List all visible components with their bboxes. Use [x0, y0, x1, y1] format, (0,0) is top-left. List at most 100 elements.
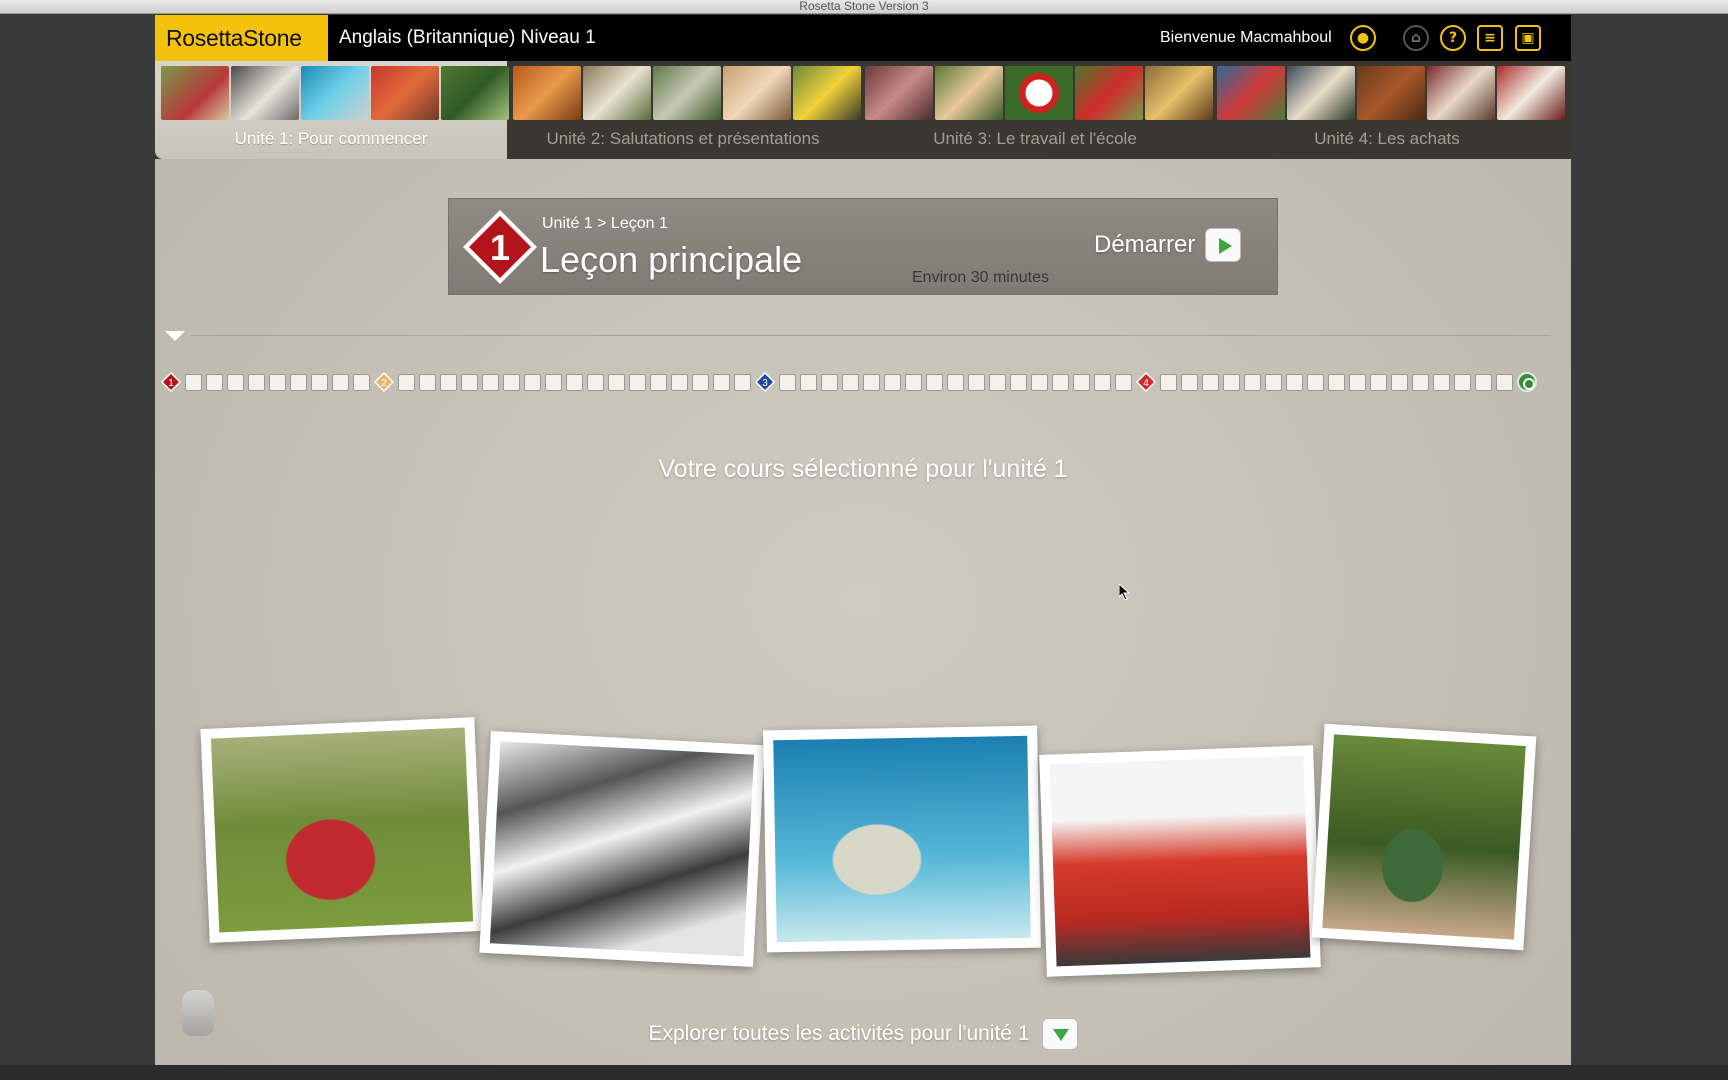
- explore-activities[interactable]: Explorer toutes les activités pour l'uni…: [155, 1018, 1571, 1050]
- timeline-activity-square[interactable]: [947, 373, 964, 391]
- timeline-activity-square[interactable]: [692, 373, 709, 391]
- timeline-activity-square[interactable]: [566, 373, 583, 391]
- timeline-activity-square[interactable]: [311, 373, 328, 391]
- play-icon: [1205, 228, 1242, 262]
- timeline-activity-square[interactable]: [1115, 373, 1132, 391]
- thumbnail-image: [865, 66, 933, 120]
- units-bar: Unité 1: Pour commencer Unité 2: Salutat…: [155, 61, 1571, 159]
- timeline-activity-square[interactable]: [545, 373, 562, 391]
- activity-photo-5[interactable]: [1311, 723, 1537, 951]
- timeline-activity-square[interactable]: [482, 373, 499, 391]
- timeline-activity-square[interactable]: [524, 373, 541, 391]
- unit-tab-1[interactable]: Unité 1: Pour commencer: [155, 61, 509, 159]
- timeline-activity-square[interactable]: [1244, 373, 1261, 391]
- photo-image: [1049, 755, 1311, 967]
- expand-down-icon[interactable]: [1041, 1018, 1078, 1050]
- timeline-activity-square[interactable]: [1286, 373, 1303, 391]
- timeline-activity-square[interactable]: [1328, 373, 1345, 391]
- collapse-caret-icon[interactable]: [165, 331, 185, 341]
- timeline-activity-square[interactable]: [671, 373, 688, 391]
- rosetta-stone-logo: RosettaStone: [155, 15, 328, 61]
- help-icon[interactable]: ?: [1440, 25, 1466, 51]
- timeline-activity-square[interactable]: [1031, 373, 1048, 391]
- app-window: RosettaStone Anglais (Britannique) Nivea…: [155, 15, 1571, 1080]
- timeline-activity-square[interactable]: [1181, 373, 1198, 391]
- timeline-activity-square[interactable]: [608, 373, 625, 391]
- timeline-lesson-marker[interactable]: 2: [374, 372, 394, 392]
- unit-tab-2[interactable]: Unité 2: Salutations et présentations: [507, 61, 861, 159]
- timeline-activity-square[interactable]: [1454, 373, 1471, 391]
- thumbnail-image: [441, 66, 509, 120]
- unit-tab-4[interactable]: Unité 4: Les achats: [1211, 61, 1565, 159]
- timeline-activity-square[interactable]: [1496, 373, 1513, 391]
- timeline-activity-square[interactable]: [1349, 373, 1366, 391]
- thumbnail-image: [935, 66, 1003, 120]
- timeline-end-icon[interactable]: [1517, 372, 1537, 392]
- timeline-activity-square[interactable]: [1412, 373, 1429, 391]
- timeline-activity-square[interactable]: [461, 373, 478, 391]
- timeline-activity-square[interactable]: [290, 373, 307, 391]
- timeline-activity-square[interactable]: [989, 373, 1006, 391]
- lesson-banner[interactable]: 1 Unité 1 > Leçon 1 Leçon principale Env…: [448, 198, 1278, 295]
- timeline-activity-square[interactable]: [332, 373, 349, 391]
- timeline-activity-square[interactable]: [248, 373, 265, 391]
- timeline-activity-square[interactable]: [821, 373, 838, 391]
- menu-list-icon[interactable]: ≡: [1477, 25, 1503, 51]
- timeline-lesson-marker[interactable]: 1: [161, 372, 181, 392]
- timeline-activity-square[interactable]: [353, 373, 370, 391]
- timeline-activity-square[interactable]: [587, 373, 604, 391]
- timeline-activity-square[interactable]: [968, 373, 985, 391]
- activity-photo-4[interactable]: [1039, 745, 1321, 977]
- timeline-activity-square[interactable]: [206, 373, 223, 391]
- unit-tab-3[interactable]: Unité 3: Le travail et l'école: [859, 61, 1213, 159]
- timeline-activity-square[interactable]: [1265, 373, 1282, 391]
- timeline-activity-square[interactable]: [1475, 373, 1492, 391]
- timeline-activity-square[interactable]: [1160, 373, 1177, 391]
- welcome-text: Bienvenue Macmahboul: [1160, 29, 1332, 46]
- timeline-activity-square[interactable]: [713, 373, 730, 391]
- user-icon[interactable]: ●: [1350, 25, 1376, 51]
- thumbnail-image: [1005, 66, 1073, 120]
- timeline-activity-square[interactable]: [1202, 373, 1219, 391]
- timeline-activity-square[interactable]: [650, 373, 667, 391]
- timeline-activity-square[interactable]: [1073, 373, 1090, 391]
- home-icon[interactable]: ⌂: [1403, 25, 1429, 51]
- timeline-activity-square[interactable]: [1307, 373, 1324, 391]
- timeline-activity-square[interactable]: [1052, 373, 1069, 391]
- timeline-activity-square[interactable]: [398, 373, 415, 391]
- timeline-activity-square[interactable]: [863, 373, 880, 391]
- timeline-lesson-marker[interactable]: 4: [1136, 372, 1156, 392]
- activity-photo-2[interactable]: [479, 730, 765, 968]
- timeline-activity-square[interactable]: [800, 373, 817, 391]
- timeline-activity-square[interactable]: [842, 373, 859, 391]
- selected-course-heading: Votre cours sélectionné pour l'unité 1: [658, 455, 1068, 483]
- timeline-activity-square[interactable]: [926, 373, 943, 391]
- timeline-activity-square[interactable]: [1094, 373, 1111, 391]
- timeline-activity-square[interactable]: [629, 373, 646, 391]
- timeline-activity-square[interactable]: [185, 373, 202, 391]
- activity-photo-3[interactable]: [763, 725, 1041, 953]
- timeline-activity-square[interactable]: [1391, 373, 1408, 391]
- timeline-activity-square[interactable]: [227, 373, 244, 391]
- timeline-activity-square[interactable]: [419, 373, 436, 391]
- activity-photo-1[interactable]: [200, 717, 484, 943]
- timeline-lesson-marker[interactable]: 3: [755, 372, 775, 392]
- timeline-activity-square[interactable]: [1223, 373, 1240, 391]
- timeline-activity-square[interactable]: [734, 373, 751, 391]
- thumbnail-image: [371, 66, 439, 120]
- timeline-activity-square[interactable]: [503, 373, 520, 391]
- timeline-activity-square[interactable]: [1370, 373, 1387, 391]
- timeline-activity-square[interactable]: [1433, 373, 1450, 391]
- window-icon[interactable]: ▣: [1515, 25, 1541, 51]
- thumbnail-image: [653, 66, 721, 120]
- lesson-number-badge: 1: [463, 210, 537, 284]
- timeline-activity-square[interactable]: [779, 373, 796, 391]
- start-button[interactable]: Démarrer: [1094, 225, 1242, 265]
- timeline-activity-square[interactable]: [905, 373, 922, 391]
- thumbnail-image: [301, 66, 369, 120]
- lesson-title: Leçon principale: [540, 239, 803, 280]
- timeline-activity-square[interactable]: [269, 373, 286, 391]
- timeline-activity-square[interactable]: [884, 373, 901, 391]
- timeline-activity-square[interactable]: [1010, 373, 1027, 391]
- timeline-activity-square[interactable]: [440, 373, 457, 391]
